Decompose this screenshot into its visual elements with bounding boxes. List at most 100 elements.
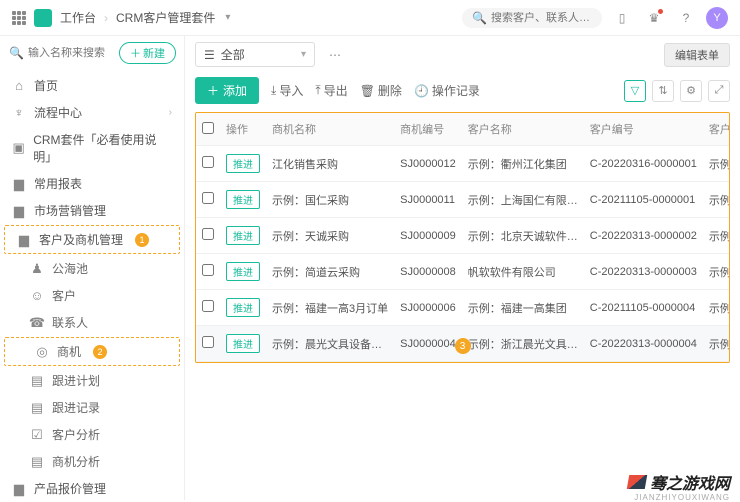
new-button[interactable]: ＋新建 (119, 42, 176, 64)
import-link[interactable]: ⤓ 导入 (271, 82, 303, 99)
sidebar-item[interactable]: ▤商机分析 (0, 448, 184, 475)
sidebar-item[interactable]: ▆ 市场营销管理 (0, 197, 184, 224)
push-button[interactable]: 推进 (226, 154, 260, 173)
edit-form-button[interactable]: 编辑表单 (664, 43, 730, 67)
nav-icon: ▆ (12, 482, 26, 496)
nav-icon: ♟ (30, 262, 44, 276)
sidebar-item[interactable]: ♆流程中心› (0, 99, 184, 126)
table-row[interactable]: 推进示例：国仁采购SJ0000011示例：上海国仁有限…C-20211105-0… (196, 182, 730, 218)
sort-icon[interactable]: ⇅ (652, 80, 674, 102)
export-link[interactable]: ⤒ 导出 (315, 82, 347, 99)
sidebar-item[interactable]: ▆ 常用报表 (0, 170, 184, 197)
more-icon[interactable]: ⋯ (323, 48, 347, 62)
nav-icon: ⌂ (12, 79, 26, 93)
table-badge: 3 (455, 338, 471, 354)
column-header[interactable]: 商机编号 (394, 113, 462, 146)
column-header[interactable]: 客户名称 (462, 113, 584, 146)
cell: C-20211105-0000004 (584, 290, 703, 326)
filter-icon[interactable]: ▽ (624, 80, 646, 102)
help-icon[interactable]: ? (674, 6, 698, 30)
sidebar-item[interactable]: ☑客户分析 (0, 421, 184, 448)
sidebar: 🔍 ＋新建 ⌂首页♆流程中心› ▣ CRM套件「必看使用说明」 ▆ 常用报表 ▆ 市场营销管… (0, 36, 185, 500)
row-checkbox[interactable] (202, 156, 214, 168)
main-area: ☰ 全部 ▾ ⋯ 编辑表单 ＋添加 ⤓ 导入 ⤒ 导出 🗑 删除 🕘 操作记录 … (185, 36, 740, 500)
column-header[interactable]: 商机名称 (266, 113, 394, 146)
push-button[interactable]: 推进 (226, 262, 260, 281)
row-checkbox[interactable] (202, 228, 214, 240)
sidebar-item[interactable]: ▤跟进记录 (0, 394, 184, 421)
nav-label: 跟进记录 (52, 399, 100, 416)
cell: C-20220313-0000003 (584, 254, 703, 290)
chevron-down-icon[interactable]: ▾ (225, 12, 230, 23)
push-button[interactable]: 推进 (226, 226, 260, 245)
row-checkbox[interactable] (202, 300, 214, 312)
nav-label: 常用报表 (34, 175, 82, 192)
nav-label: 联系人 (52, 314, 88, 331)
global-search-input[interactable] (491, 12, 592, 24)
nav-label: 跟进计划 (52, 372, 100, 389)
nav-label: 商机 (57, 343, 81, 360)
cell: 示例：福建一高集团 (462, 290, 584, 326)
sidebar-item[interactable]: ◎ 商机 2 (4, 337, 180, 366)
view-selector[interactable]: ☰ 全部 ▾ (195, 42, 315, 67)
global-search[interactable]: 🔍 (462, 8, 602, 28)
column-header[interactable]: 客户编号 (584, 113, 703, 146)
sidebar-search-input[interactable] (28, 47, 112, 59)
nav-label: CRM套件「必看使用说明」 (33, 131, 172, 165)
search-icon: 🔍 (9, 46, 24, 60)
select-all-checkbox[interactable] (202, 122, 214, 134)
nav-icon: ▣ (12, 141, 25, 155)
nav-icon: ▆ (12, 204, 26, 218)
push-button[interactable]: 推进 (226, 190, 260, 209)
expand-icon[interactable]: ⤢ (708, 80, 730, 102)
cell: C-20220313-0000004 (584, 326, 703, 362)
nav-label: 客户分析 (52, 426, 100, 443)
cell: 示例：上海国仁有限… (462, 182, 584, 218)
sidebar-item[interactable]: ▤跟进计划 (0, 367, 184, 394)
delete-link[interactable]: 🗑 删除 (360, 82, 402, 99)
nav-icon: ▤ (30, 455, 44, 469)
sidebar-item[interactable]: ▆产品报价管理 (0, 475, 184, 500)
table-row[interactable]: 推进江化销售采购SJ0000012示例：衢州江化集团C-20220316-000… (196, 146, 730, 182)
cell: 示例：国仁采购 (266, 182, 394, 218)
cell: SJ0000009 (394, 218, 462, 254)
row-checkbox[interactable] (202, 192, 214, 204)
sidebar-item[interactable]: ☎联系人 (0, 309, 184, 336)
nav-icon: ☺ (30, 289, 44, 303)
breadcrumb-sep: › (104, 11, 108, 25)
search-icon: 🔍 (472, 11, 487, 25)
column-header[interactable]: 操作 (220, 113, 266, 146)
sidebar-item[interactable]: ▆客户及商机管理1 (4, 225, 180, 254)
sidebar-search[interactable]: 🔍 (8, 45, 113, 61)
badge: 2 (93, 345, 107, 359)
data-table-wrap: 操作商机名称商机编号客户名称客户编号客户联系人 推进江化销售采购SJ000001… (195, 112, 730, 363)
breadcrumb-app[interactable]: CRM客户管理套件 (116, 9, 215, 26)
bell-icon[interactable]: ♛ (642, 6, 666, 30)
watermark-logo (627, 475, 647, 489)
table-row[interactable]: 推进示例：福建一高3月订单SJ0000006示例：福建一高集团C-2021110… (196, 290, 730, 326)
cell: 示例：王倩 (703, 182, 730, 218)
log-link[interactable]: 🕘 操作记录 (414, 82, 480, 99)
nav-icon: ◎ (35, 345, 49, 359)
book-icon[interactable]: ▯ (610, 6, 634, 30)
sidebar-item[interactable]: ☺客户 (0, 282, 184, 309)
table-row[interactable]: 推进示例：天诚采购SJ0000009示例：北京天诚软件…C-20220313-0… (196, 218, 730, 254)
cell: C-20220313-0000002 (584, 218, 703, 254)
table-row[interactable]: 推进示例：简道云采购SJ0000008帆软软件有限公司C-20220313-00… (196, 254, 730, 290)
sidebar-item[interactable]: ▣ CRM套件「必看使用说明」 (0, 126, 184, 170)
push-button[interactable]: 推进 (226, 334, 260, 353)
row-checkbox[interactable] (202, 264, 214, 276)
row-checkbox[interactable] (202, 336, 214, 348)
sidebar-item[interactable]: ♟公海池 (0, 255, 184, 282)
cell: SJ0000012 (394, 146, 462, 182)
breadcrumb-workspace[interactable]: 工作台 (60, 9, 96, 26)
avatar[interactable]: Y (706, 7, 728, 29)
settings-icon[interactable]: ⚙ (680, 80, 702, 102)
add-button[interactable]: ＋添加 (195, 77, 259, 104)
column-header[interactable]: 客户联系人 (703, 113, 730, 146)
nav-label: 市场营销管理 (34, 202, 106, 219)
sidebar-item[interactable]: ⌂首页 (0, 72, 184, 99)
app-grid-icon[interactable] (12, 11, 26, 25)
nav-icon: ▆ (12, 177, 26, 191)
push-button[interactable]: 推进 (226, 298, 260, 317)
